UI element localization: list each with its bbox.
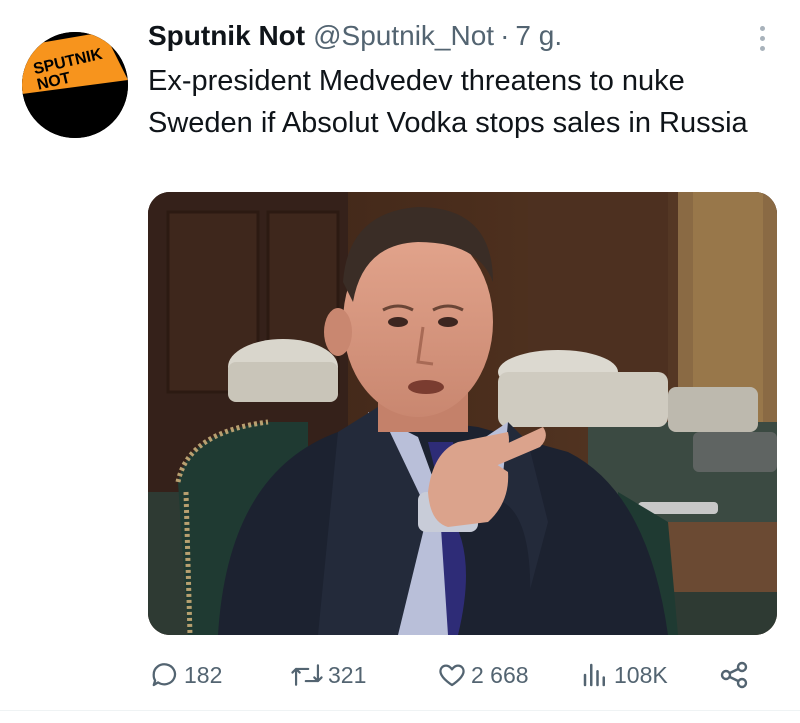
- retweet-button[interactable]: 321: [290, 650, 366, 700]
- retweet-arrows-icon: [291, 664, 323, 686]
- like-count: 2 668: [471, 661, 529, 688]
- more-options-icon[interactable]: [748, 20, 776, 56]
- display-name[interactable]: Sputnik Not: [148, 20, 305, 52]
- speech-bubble-icon: [152, 663, 177, 687]
- action-bar: 182 321 2 668 108K: [0, 650, 800, 700]
- views-button[interactable]: 108K: [580, 650, 668, 700]
- bar-chart-icon: [583, 663, 605, 687]
- tweet-header: Sputnik Not @Sputnik_Not · 7 g.: [148, 20, 562, 60]
- tweet-photo[interactable]: [148, 192, 777, 635]
- like-button[interactable]: 2 668: [437, 650, 529, 700]
- reply-button[interactable]: 182: [150, 650, 222, 700]
- reply-count: 182: [184, 661, 223, 688]
- separator: ·: [500, 20, 510, 51]
- heart-icon: [439, 664, 465, 687]
- tweet[interactable]: SPUTNIK NOT Sputnik Not @Sputnik_Not · 7…: [0, 0, 800, 723]
- views-count: 108K: [614, 661, 668, 688]
- user-handle[interactable]: @Sputnik_Not: [313, 20, 494, 52]
- sputnik-logo-icon: SPUTNIK NOT: [22, 32, 128, 138]
- divider: [0, 710, 800, 711]
- share-nodes-icon: [720, 661, 748, 689]
- share-button[interactable]: [718, 650, 754, 700]
- tweet-text: Ex-president Medvedev threatens to nuke …: [148, 65, 748, 139]
- timestamp[interactable]: 7 g.: [515, 20, 562, 52]
- photo-image: [148, 192, 777, 635]
- retweet-count: 321: [328, 661, 367, 688]
- avatar[interactable]: SPUTNIK NOT: [22, 32, 128, 138]
